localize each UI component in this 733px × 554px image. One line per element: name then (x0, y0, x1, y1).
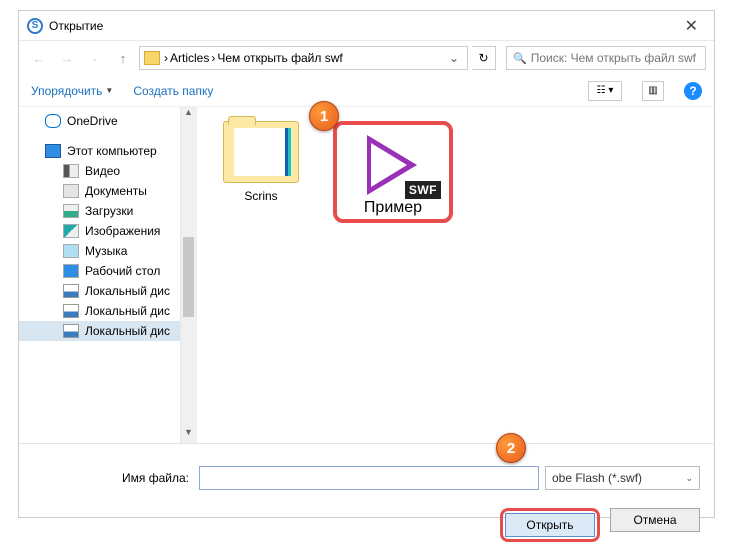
callout-2: 2 (496, 433, 526, 463)
scroll-thumb[interactable] (183, 237, 194, 317)
folder-label: Scrins (213, 189, 309, 203)
scroll-up-icon[interactable]: ▲ (181, 107, 196, 123)
help-button[interactable]: ? (684, 82, 702, 100)
tree-label: Музыка (85, 244, 127, 258)
tree-this-pc[interactable]: Этот компьютер (19, 141, 196, 161)
tree-downloads[interactable]: Загрузки (19, 201, 196, 221)
tree-label: Видео (85, 164, 120, 178)
tree-disk[interactable]: Локальный дис (19, 281, 196, 301)
folder-icon (223, 121, 299, 183)
new-folder-label: Создать папку (133, 84, 213, 98)
tree-documents[interactable]: Документы (19, 181, 196, 201)
tree-scrollbar[interactable]: ▲ ▼ (180, 107, 196, 443)
images-icon (63, 224, 79, 238)
tree-label: Локальный дис (85, 284, 170, 298)
filename-label: Имя файла: (33, 471, 193, 485)
tree-disk[interactable]: Локальный дис (19, 301, 196, 321)
tree-label: Изображения (85, 224, 160, 238)
up-button[interactable]: ↑ (111, 46, 135, 70)
file-label: Пример (343, 199, 443, 217)
view-mode-button[interactable]: ☷ ▾ (588, 81, 622, 101)
organize-label: Упорядочить (31, 84, 102, 98)
cancel-button[interactable]: Отмена (610, 508, 700, 532)
documents-icon (63, 184, 79, 198)
tree-label: Этот компьютер (67, 144, 157, 158)
folder-icon (144, 51, 160, 65)
breadcrumb-part[interactable]: Articles (170, 51, 209, 65)
chevron-down-icon: ⌄ (685, 473, 693, 484)
breadcrumb-dropdown-icon[interactable]: ⌄ (445, 51, 463, 65)
downloads-icon (63, 204, 79, 218)
preview-pane-button[interactable]: ▥ (642, 81, 664, 101)
toolbar: Упорядочить ▼ Создать папку ☷ ▾ ▥ ? (19, 75, 714, 107)
breadcrumb[interactable]: › Articles › Чем открыть файл swf ⌄ (139, 46, 468, 70)
tree-label: Рабочий стол (85, 264, 160, 278)
tree-video[interactable]: Видео (19, 161, 196, 181)
search-placeholder: Поиск: Чем открыть файл swf (531, 51, 696, 65)
close-button[interactable]: ✕ (677, 14, 706, 38)
tree-onedrive[interactable]: OneDrive (19, 111, 196, 131)
tree-label: Локальный дис (85, 304, 170, 318)
title-bar: S Открытие ✕ (19, 11, 714, 41)
disk-icon (63, 304, 79, 318)
swf-file-tile[interactable]: SWF Пример (333, 121, 453, 223)
breadcrumb-part[interactable]: Чем открыть файл swf (217, 51, 342, 65)
app-icon: S (27, 18, 43, 34)
onedrive-icon (45, 114, 61, 128)
pc-icon (45, 144, 61, 158)
folder-tile[interactable]: Scrins (213, 121, 309, 203)
chevron-down-icon: ▼ (105, 86, 113, 95)
scroll-down-icon[interactable]: ▼ (181, 427, 196, 443)
filename-row: Имя файла: obe Flash (*.swf) ⌄ (33, 466, 700, 490)
filetype-dropdown[interactable]: obe Flash (*.swf) ⌄ (545, 466, 700, 490)
desktop-icon (63, 264, 79, 278)
navigation-tree: OneDrive Этот компьютер Видео Документы … (19, 107, 197, 443)
music-icon (63, 244, 79, 258)
new-folder-button[interactable]: Создать папку (133, 84, 213, 98)
recent-dropdown-icon[interactable]: ⌄ (83, 46, 107, 70)
address-bar-row: ← → ⌄ ↑ › Articles › Чем открыть файл sw… (19, 41, 714, 75)
main-split: OneDrive Этот компьютер Видео Документы … (19, 107, 714, 443)
tree-images[interactable]: Изображения (19, 221, 196, 241)
filetype-label: obe Flash (*.swf) (552, 471, 642, 485)
file-list[interactable]: Scrins SWF Пример (197, 107, 714, 443)
tree-disk[interactable]: Локальный дис (19, 321, 196, 341)
search-input[interactable]: 🔍 Поиск: Чем открыть файл swf (506, 46, 706, 70)
tree-label: OneDrive (67, 114, 118, 128)
breadcrumb-sep: › (211, 51, 215, 65)
open-button[interactable]: Открыть (505, 513, 595, 537)
breadcrumb-sep: › (164, 51, 168, 65)
tree-music[interactable]: Музыка (19, 241, 196, 261)
filename-input[interactable] (199, 466, 539, 490)
search-icon: 🔍 (513, 52, 527, 65)
disk-icon (63, 284, 79, 298)
tree-desktop[interactable]: Рабочий стол (19, 261, 196, 281)
disk-icon (63, 324, 79, 338)
refresh-button[interactable]: ↻ (472, 46, 496, 70)
tree-label: Локальный дис (85, 324, 170, 338)
forward-button[interactable]: → (55, 46, 79, 70)
swf-badge: SWF (405, 181, 441, 199)
dialog-window: S Открытие ✕ ← → ⌄ ↑ › Articles › Чем от… (18, 10, 715, 518)
callout-1: 1 (309, 101, 339, 131)
tree-label: Документы (85, 184, 147, 198)
bottom-pane: Имя файла: obe Flash (*.swf) ⌄ Открыть О… (19, 443, 714, 554)
window-title: Открытие (49, 19, 677, 33)
tree-label: Загрузки (85, 204, 133, 218)
video-icon (63, 164, 79, 178)
organize-menu[interactable]: Упорядочить ▼ (31, 84, 113, 98)
back-button[interactable]: ← (27, 46, 51, 70)
